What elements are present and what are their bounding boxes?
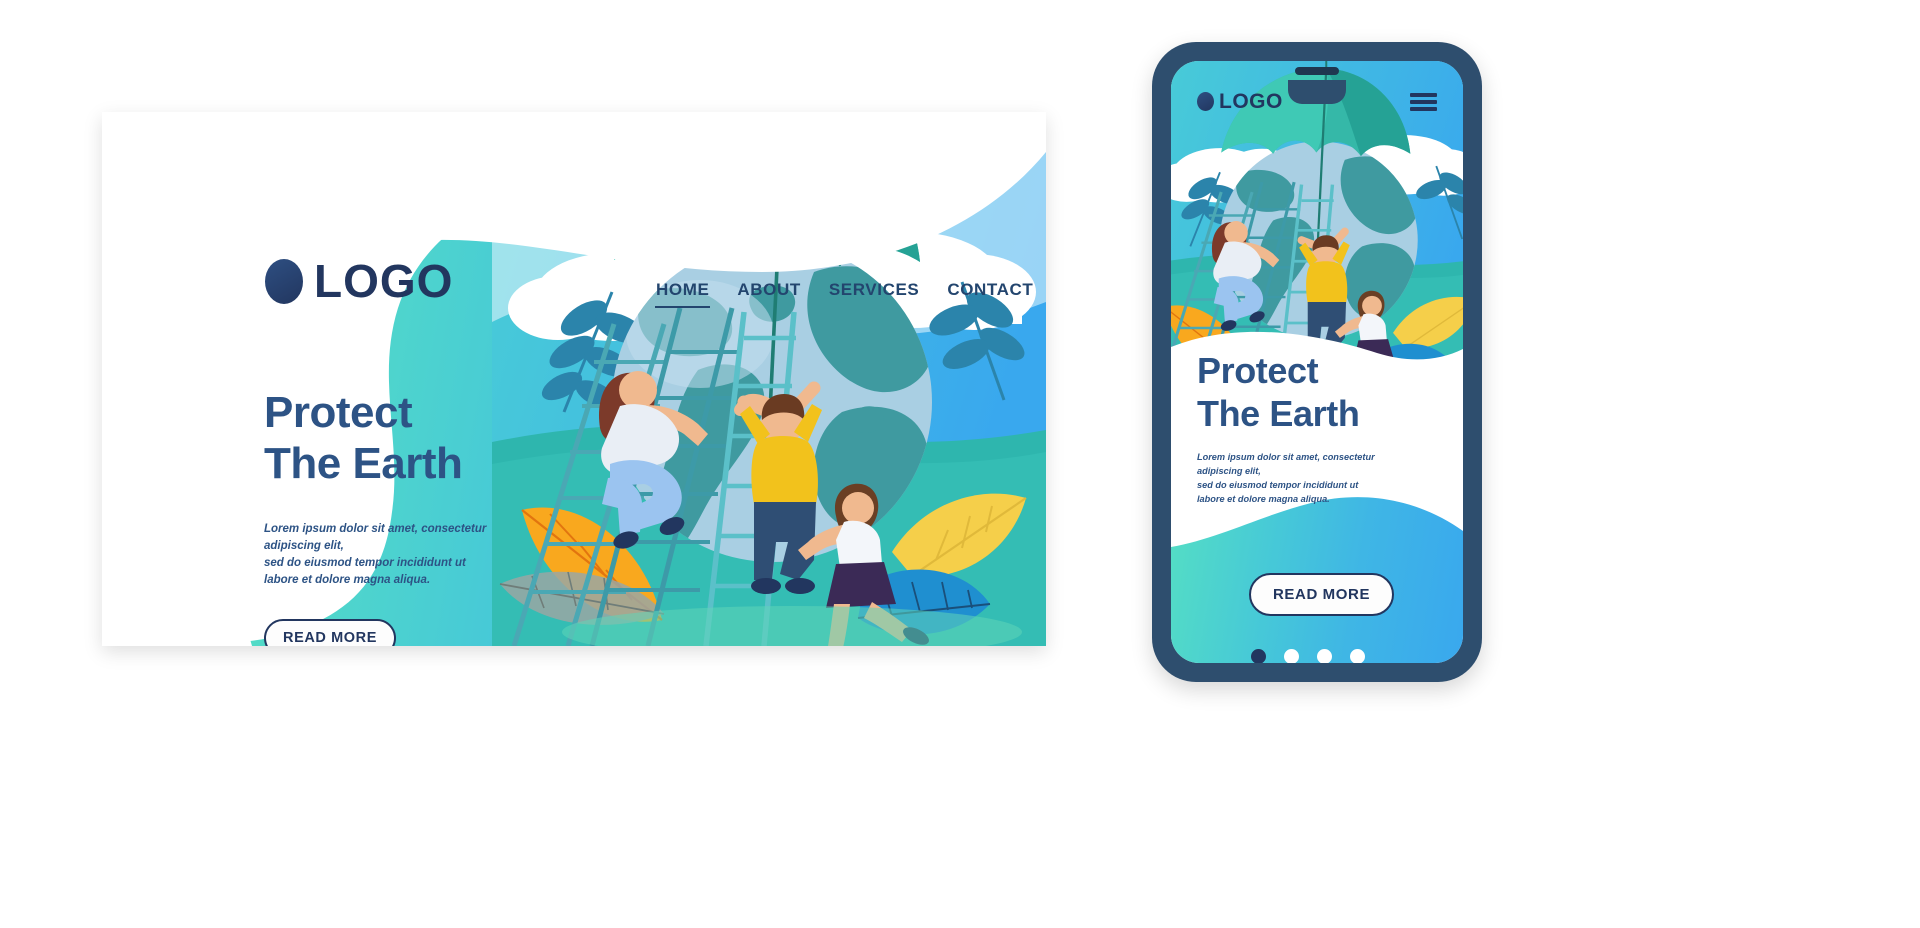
read-more-button[interactable]: READ MORE	[264, 619, 397, 646]
phone-hero-paragraph-line-3: labore et dolore magna aliqua.	[1197, 493, 1330, 504]
mint-wave-shape	[102, 112, 1046, 646]
nav-item-contact[interactable]: CONTACT	[933, 276, 1046, 304]
phone-carousel-dot-3[interactable]	[1317, 649, 1332, 663]
logo-mark-icon	[1197, 92, 1214, 111]
phone-carousel-dots	[1251, 649, 1365, 663]
hamburger-bar	[1410, 107, 1437, 112]
logo-text: LOGO	[314, 255, 454, 307]
phone-hero-title-line-2: The Earth	[1197, 393, 1360, 435]
hero-paragraph: Lorem ipsum dolor sit amet, consectetur …	[264, 521, 512, 589]
phone-carousel-dot-2[interactable]	[1284, 649, 1299, 663]
main-navigation: HOME ABOUT SERVICES CONTACT	[642, 272, 1046, 308]
nav-item-home[interactable]: HOME	[642, 276, 723, 308]
logo[interactable]: LOGO	[265, 258, 453, 304]
page-title: Protect The Earth	[264, 387, 564, 489]
phone-screen: LOGO Protect The Earth Lorem ipsum dolor…	[1171, 61, 1463, 663]
nav-item-services[interactable]: SERVICES	[815, 276, 933, 304]
phone-hero-paragraph-line-1: Lorem ipsum dolor sit amet, consectetur …	[1197, 452, 1375, 477]
phone-hero-text-block: Protect The Earth Lorem ipsum dolor sit …	[1197, 349, 1437, 507]
hero-paragraph-line-2: sed do eiusmod tempor incididunt ut	[264, 557, 466, 570]
phone-carousel-dot-4[interactable]	[1350, 649, 1365, 663]
hero-paragraph-line-3: labore et dolore magna aliqua.	[264, 574, 431, 587]
phone-mockup: LOGO Protect The Earth Lorem ipsum dolor…	[1152, 42, 1482, 682]
phone-carousel-dot-1[interactable]	[1251, 649, 1266, 663]
hero-title-line-2: The Earth	[264, 439, 463, 489]
phone-hero-paragraph-line-2: sed do eiusmod tempor incididunt ut	[1197, 479, 1359, 490]
phone-logo-text: LOGO	[1219, 90, 1283, 113]
phone-read-more-button[interactable]: READ MORE	[1249, 573, 1395, 616]
hero-paragraph-line-1: Lorem ipsum dolor sit amet, consectetur …	[264, 523, 487, 553]
hero-text-block: Protect The Earth Lorem ipsum dolor sit …	[264, 387, 564, 646]
phone-notch	[1288, 80, 1346, 104]
hamburger-menu-icon[interactable]	[1410, 93, 1437, 112]
desktop-landing-page-card: LOGO HOME ABOUT SERVICES CONTACT Protect…	[102, 112, 1046, 646]
hamburger-bar	[1410, 100, 1437, 105]
phone-logo[interactable]: LOGO	[1197, 91, 1283, 112]
phone-page-title: Protect The Earth	[1197, 349, 1437, 435]
hero-title-line-1: Protect	[264, 388, 413, 437]
logo-mark-icon	[265, 258, 303, 304]
hamburger-bar	[1410, 93, 1437, 97]
nav-item-about[interactable]: ABOUT	[723, 276, 814, 304]
phone-hero-title-line-1: Protect	[1197, 350, 1319, 391]
phone-hero-paragraph: Lorem ipsum dolor sit amet, consectetur …	[1197, 451, 1422, 506]
